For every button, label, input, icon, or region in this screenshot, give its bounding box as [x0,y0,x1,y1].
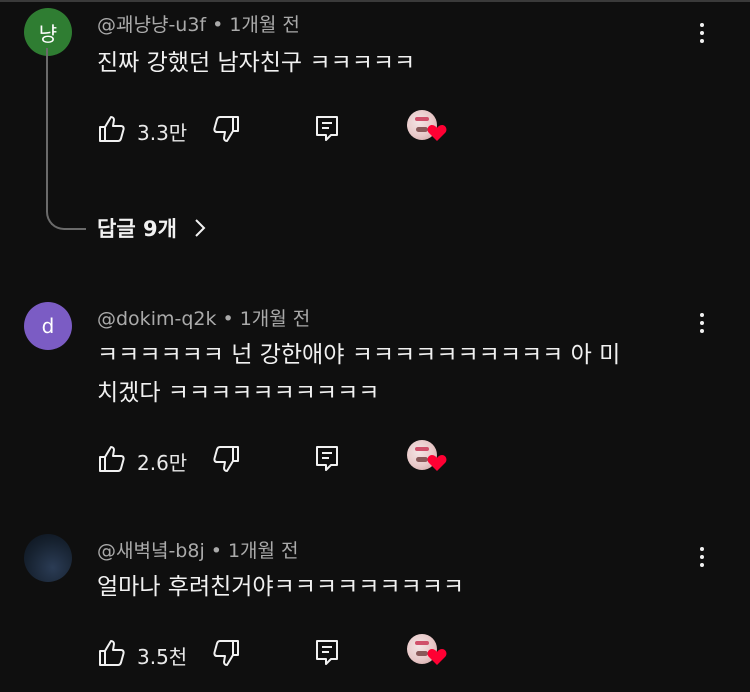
comment-time[interactable]: 1개월 전 [228,540,299,562]
like-count: 3.5천 [137,645,188,669]
comment-actions: 2.6만 [97,440,457,478]
more-vertical-icon [700,23,704,27]
comment-thread: 냥 @괘냥냥-u3f • 1개월 전 진짜 강했던 남자친구 ㅋㅋㅋㅋㅋ 3.3만 … [0,0,750,260]
reply-comment-icon[interactable] [313,114,341,148]
creator-heart-icon [427,125,447,141]
creator-heart-badge[interactable] [407,110,449,148]
comment-text: 얼마나 후려친거야ㅋㅋㅋㅋㅋㅋㅋㅋㅋ [97,574,465,600]
thumbs-down-icon[interactable] [211,638,241,672]
thumbs-up-icon[interactable] [97,114,127,148]
more-vertical-icon [700,313,704,317]
comment-thread: d @dokim-q2k • 1개월 전 ㅋㅋㅋㅋㅋㅋ 넌 강한애야 ㅋㅋㅋㅋㅋㅋㅋ… [0,296,750,496]
separator-dot: • [210,540,222,562]
avatar-initial: d [41,314,55,338]
comment-header: @dokim-q2k • 1개월 전 [97,304,310,331]
like-count: 3.3만 [137,121,188,145]
comment-time[interactable]: 1개월 전 [229,14,300,36]
author-handle[interactable]: @괘냥냥-u3f [97,14,206,36]
more-options-button[interactable] [690,308,714,338]
comment-text: ㅋㅋㅋㅋㅋㅋ 넌 강한애야 ㅋㅋㅋㅋㅋㅋㅋㅋㅋㅋ 아 미 치겠다 ㅋㅋㅋㅋㅋㅋㅋ… [97,342,621,406]
reply-comment-icon[interactable] [313,444,341,478]
author-handle[interactable]: @새벽녘-b8j [97,540,205,562]
comment-actions: 3.3만 [97,110,457,148]
creator-heart-badge[interactable] [407,440,449,478]
thread-connector [46,48,86,230]
like-count: 2.6만 [137,451,188,475]
thumbs-down-icon[interactable] [211,444,241,478]
more-vertical-icon [700,547,704,551]
thumbs-up-icon[interactable] [97,444,127,478]
reply-comment-icon[interactable] [313,638,341,672]
creator-heart-icon [427,649,447,665]
comment-text: 진짜 강했던 남자친구 ㅋㅋㅋㅋㅋ [97,50,416,76]
replies-label: 답글 9개 [97,217,177,241]
comment-thread: @새벽녘-b8j • 1개월 전 얼마나 후려친거야ㅋㅋㅋㅋㅋㅋㅋㅋㅋ 3.5천 [0,528,750,692]
thumbs-down-icon[interactable] [211,114,241,148]
avatar[interactable]: d [24,302,72,350]
comment-header: @괘냥냥-u3f • 1개월 전 [97,10,300,37]
creator-heart-icon [427,455,447,471]
view-replies-button[interactable]: 답글 9개 [97,212,207,244]
comment-actions: 3.5천 [97,634,457,672]
creator-heart-badge[interactable] [407,634,449,672]
chevron-right-icon [195,219,206,237]
author-handle[interactable]: @dokim-q2k [97,308,216,330]
thumbs-up-icon[interactable] [97,638,127,672]
comment-time[interactable]: 1개월 전 [240,308,311,330]
avatar-initial: 냥 [38,21,58,46]
avatar[interactable] [24,534,72,582]
comment-header: @새벽녘-b8j • 1개월 전 [97,536,299,563]
separator-dot: • [212,14,224,36]
separator-dot: • [222,308,234,330]
